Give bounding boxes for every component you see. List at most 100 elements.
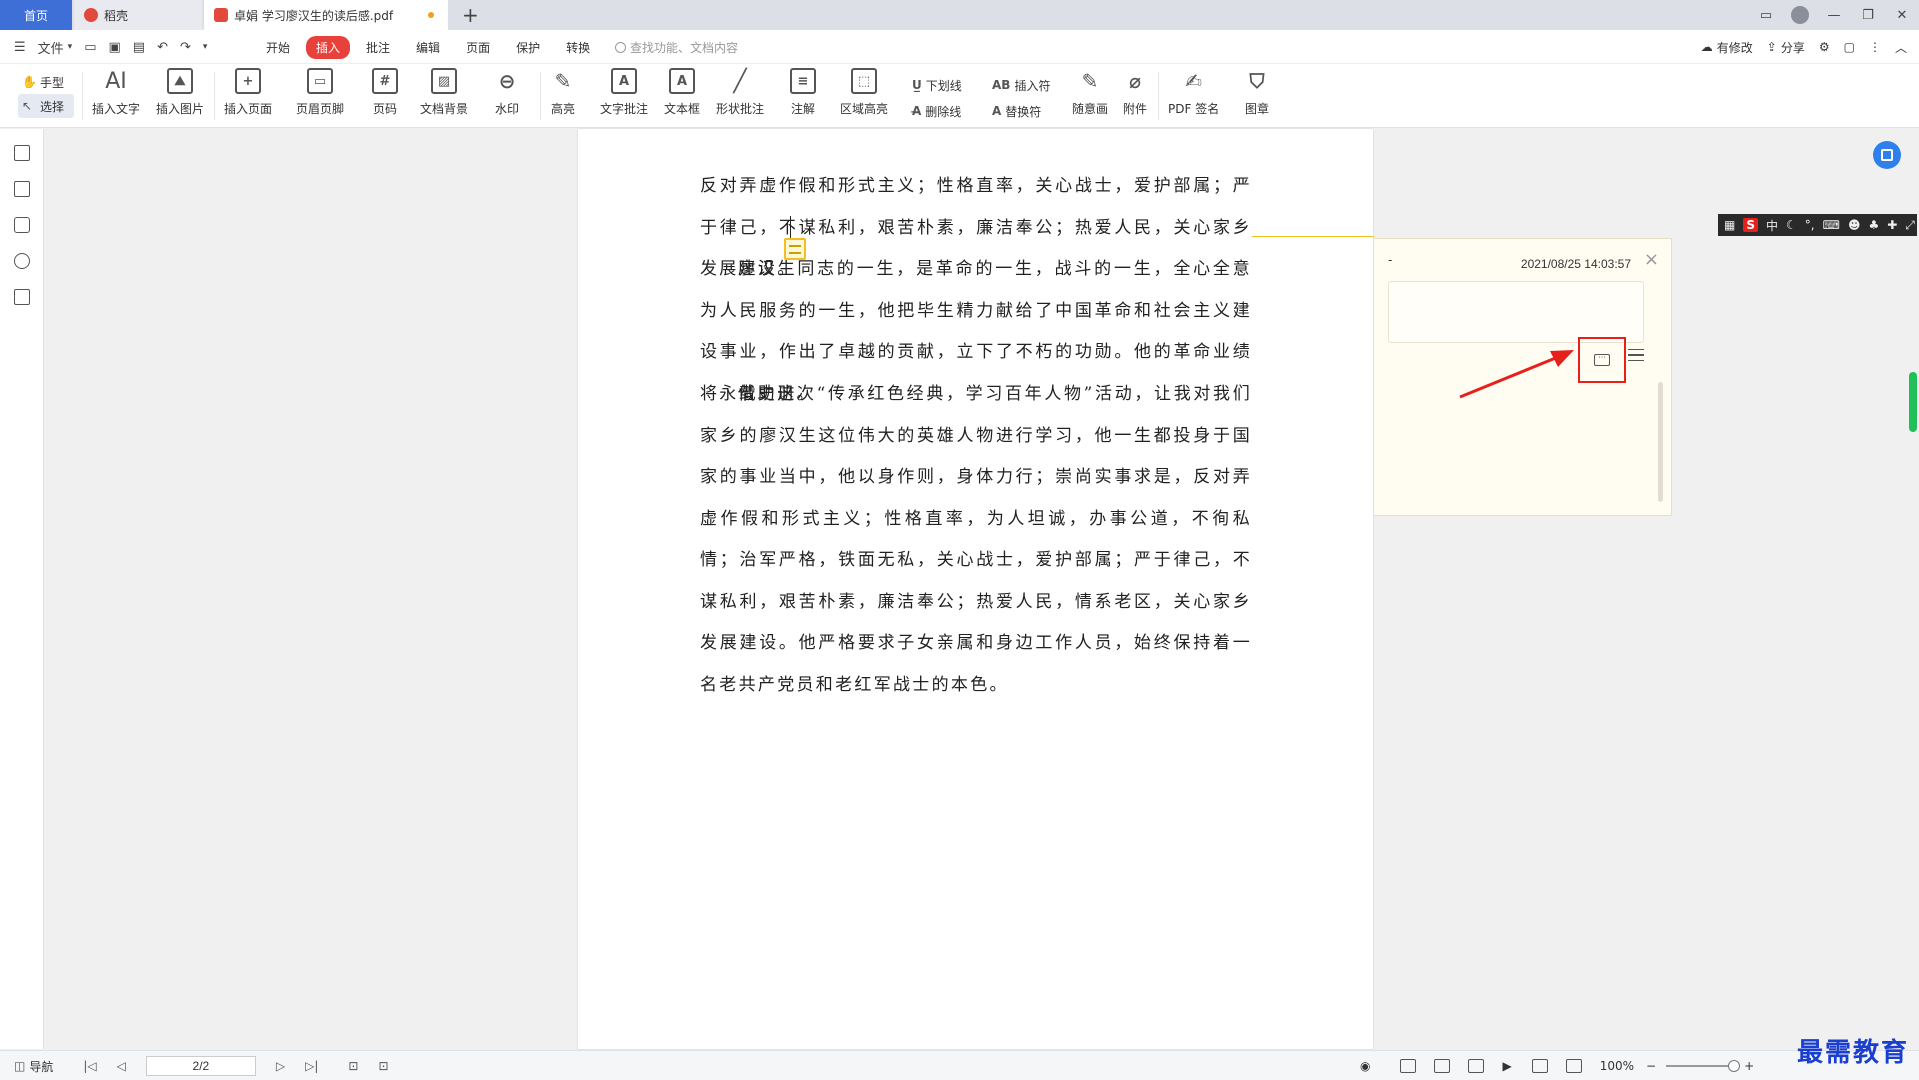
print-icon[interactable]: ▤ — [133, 40, 145, 55]
more-icon[interactable]: ⋮ — [1869, 40, 1881, 54]
stamp-button[interactable]: ⛉ 图章 — [1244, 68, 1270, 117]
close-window-icon[interactable]: ✕ — [1885, 8, 1919, 23]
next-page-icon[interactable]: ▷ — [276, 1059, 285, 1073]
replace-symbol-button[interactable]: A 替换符 — [992, 98, 1050, 124]
share-icon[interactable]: ⇪ — [1767, 40, 1777, 54]
tab-edit[interactable]: 编辑 — [406, 36, 450, 59]
comment-input[interactable] — [1388, 281, 1644, 343]
insert-image-button[interactable]: ⛰ 插入图片 — [156, 68, 204, 117]
prev-view-icon[interactable]: ⊡ — [348, 1059, 358, 1073]
ime-grid-icon[interactable]: ▦ — [1724, 218, 1735, 232]
insert-page-button[interactable]: + 插入页面 — [224, 68, 272, 117]
continuous-icon[interactable] — [1434, 1059, 1451, 1073]
attachment-button[interactable]: ⌀ 附件 — [1122, 68, 1148, 117]
file-menu[interactable]: 文件 — [38, 38, 64, 57]
two-page-icon[interactable] — [1468, 1059, 1485, 1073]
expand-icon[interactable]: ⤢ — [1905, 218, 1915, 233]
avatar[interactable] — [1791, 6, 1809, 24]
collapse-ribbon-icon[interactable]: ︿ — [1895, 39, 1907, 56]
thumbnail-icon[interactable] — [14, 181, 30, 197]
reply-button[interactable]: ··· — [1578, 337, 1626, 383]
tab-insert[interactable]: 插入 — [306, 35, 351, 59]
page-number-button[interactable]: # 页码 — [372, 68, 398, 117]
next-view-icon[interactable]: ⊡ — [378, 1059, 388, 1073]
comments-icon[interactable] — [14, 217, 30, 233]
floating-tool-button[interactable] — [1873, 141, 1901, 169]
freehand-button[interactable]: ✎ 随意画 — [1072, 68, 1108, 117]
page-number-input[interactable]: 2/2 — [145, 1056, 256, 1076]
zoom-in-button[interactable]: + — [1744, 1059, 1754, 1073]
skin-icon[interactable]: ♣ — [1868, 218, 1879, 232]
first-page-icon[interactable]: |◁ — [83, 1059, 96, 1073]
hamburger-icon[interactable]: ☰ — [14, 40, 26, 55]
insert-symbol-button[interactable]: AB 插入符 — [992, 72, 1050, 98]
fit-page-icon[interactable] — [1565, 1059, 1582, 1073]
last-page-icon[interactable]: ▷| — [305, 1059, 318, 1073]
close-icon[interactable]: × — [1644, 249, 1659, 270]
wrench-icon[interactable]: ✚ — [1887, 218, 1897, 232]
attachment-panel-icon[interactable] — [14, 253, 30, 269]
eye-icon[interactable]: ◉ — [1360, 1059, 1370, 1073]
watermark-button[interactable]: ⊖ 水印 — [494, 68, 520, 117]
list-icon[interactable] — [1628, 347, 1644, 363]
cloud-icon[interactable]: ☁ — [1701, 40, 1713, 54]
strikethrough-button[interactable]: A̶ 删除线 — [912, 98, 962, 124]
minimize-icon[interactable]: — — [1817, 8, 1851, 23]
text-box-button[interactable]: A 文本框 — [664, 68, 700, 117]
comment-marker-icon[interactable] — [784, 238, 806, 260]
search-input[interactable]: 查找功能、文档内容 — [615, 30, 738, 64]
customize-icon[interactable]: ▾ — [203, 42, 208, 52]
zoom-out-button[interactable]: − — [1646, 1059, 1656, 1073]
redo-icon[interactable]: ↷ — [180, 40, 191, 55]
tab-home[interactable]: 首页 — [0, 0, 72, 30]
select-tool[interactable]: ↖ 选择 — [18, 94, 74, 118]
hand-tool[interactable]: ✋ 手型 — [18, 70, 74, 94]
note-button[interactable]: ≡ 注解 — [790, 68, 816, 117]
zoom-level[interactable]: 100% — [1600, 1059, 1634, 1073]
settings-icon[interactable]: ⚙ — [1819, 40, 1830, 54]
single-page-icon[interactable] — [1400, 1059, 1417, 1073]
tab-convert[interactable]: 转换 — [556, 36, 600, 59]
tab-page[interactable]: 页面 — [456, 36, 500, 59]
underline-button[interactable]: U̲ 下划线 — [912, 72, 962, 98]
save-icon[interactable]: ▣ — [109, 40, 121, 55]
open-folder-icon[interactable]: ▭ — [84, 40, 96, 55]
prev-page-icon[interactable]: ◁ — [117, 1059, 126, 1073]
nav-button[interactable]: 导航 — [29, 1058, 53, 1075]
punct-icon[interactable]: °, — [1805, 218, 1815, 232]
doc-background-button[interactable]: ▨ 文档背景 — [420, 68, 468, 117]
panel-scrollbar[interactable] — [1658, 382, 1663, 502]
user-icon[interactable]: ☻ — [1848, 218, 1861, 232]
nav-icon[interactable]: ◫ — [14, 1059, 25, 1073]
document-scrollbar[interactable] — [1909, 372, 1917, 432]
pdf-sign-button[interactable]: ✍ PDF 签名 — [1168, 68, 1219, 117]
play-icon[interactable]: ▶ — [1502, 1059, 1511, 1073]
highlight-button[interactable]: ✎ 高亮 — [550, 68, 576, 117]
shape-comment-button[interactable]: ╱ 形状批注 — [716, 68, 764, 117]
tab-protect[interactable]: 保护 — [506, 36, 550, 59]
page-view-icon[interactable]: ▭ — [1749, 8, 1783, 23]
tab-comment[interactable]: 批注 — [356, 36, 400, 59]
area-highlight-button[interactable]: ⬚ 区域高亮 — [840, 68, 888, 117]
new-tab-button[interactable]: + — [462, 3, 479, 27]
text-comment-button[interactable]: A 文字批注 — [600, 68, 648, 117]
bookmark-icon[interactable] — [14, 145, 30, 161]
sogou-logo[interactable]: S — [1743, 218, 1758, 232]
tab-document[interactable]: 卓娟 学习廖汉生的读后感.pdf — [204, 0, 448, 30]
share-button[interactable]: 分享 — [1781, 39, 1805, 56]
moon-icon[interactable]: ☾ — [1786, 218, 1797, 232]
zoom-slider[interactable] — [1666, 1060, 1741, 1072]
modified-status[interactable]: 有修改 — [1717, 39, 1753, 56]
signature-panel-icon[interactable] — [14, 289, 30, 305]
zoom-slider-handle[interactable] — [1728, 1060, 1741, 1072]
tab-daoke[interactable]: 稻壳 — [74, 0, 202, 30]
undo-icon[interactable]: ↶ — [157, 40, 168, 55]
header-footer-button[interactable]: ▭ 页眉页脚 — [296, 68, 344, 117]
ime-lang[interactable]: 中 — [1766, 217, 1778, 234]
message-icon[interactable]: ▢ — [1844, 40, 1855, 54]
chevron-down-icon[interactable]: ▾ — [68, 42, 73, 52]
fit-width-icon[interactable] — [1531, 1059, 1548, 1073]
insert-text-button[interactable]: AI 插入文字 — [92, 68, 140, 117]
restore-icon[interactable]: ❐ — [1851, 8, 1885, 23]
keyboard-icon[interactable]: ⌨ — [1823, 218, 1840, 232]
